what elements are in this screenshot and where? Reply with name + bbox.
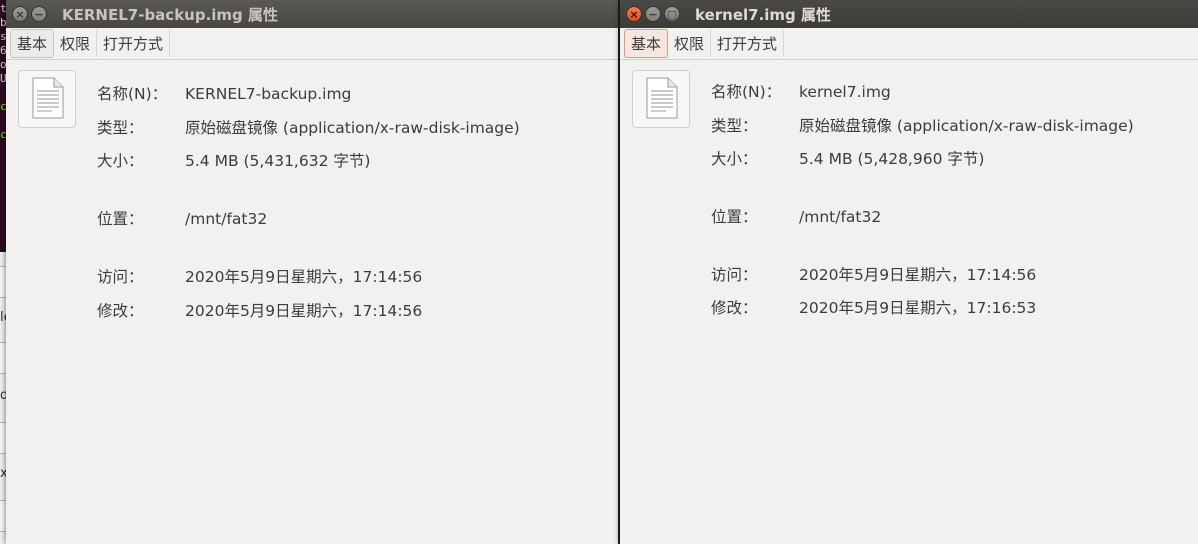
close-icon: × xyxy=(629,7,639,21)
type-row: 类型： 原始磁盘镜像 (application/x-raw-disk-image) xyxy=(711,114,1134,136)
location-value[interactable]: /mnt/fat32 xyxy=(185,210,267,228)
name-row: 名称(N)： KERNEL7-backup.img xyxy=(97,82,351,104)
tab-basic[interactable]: 基本 xyxy=(10,29,55,58)
location-row: 位置： /mnt/fat32 xyxy=(711,205,881,227)
properties-window-kernel7: × − □ kernel7.img 属性 基本 权限 打开方式 名称(N)： k… xyxy=(620,0,1198,544)
modified-value: 2020年5月9日星期六，17:16:53 xyxy=(799,299,1037,317)
modified-row: 修改： 2020年5月9日星期六，17:14:56 xyxy=(97,299,422,321)
text-file-icon xyxy=(18,70,76,128)
type-value: 原始磁盘镜像 (application/x-raw-disk-image) xyxy=(185,119,520,137)
tab-permissions[interactable]: 权限 xyxy=(54,30,98,57)
accessed-label: 访问： xyxy=(711,266,758,284)
titlebar[interactable]: × − KERNEL7-backup.img 属性 xyxy=(6,0,618,28)
close-button[interactable]: × xyxy=(626,6,642,22)
minimize-icon: − xyxy=(34,7,44,21)
name-label: 名称(N)： xyxy=(97,85,168,103)
accessed-label: 访问： xyxy=(97,268,144,286)
type-label: 类型： xyxy=(97,119,144,137)
size-label: 大小： xyxy=(97,152,144,170)
modified-label: 修改： xyxy=(711,299,758,317)
modified-row: 修改： 2020年5月9日星期六，17:16:53 xyxy=(711,296,1036,318)
tab-open-with[interactable]: 打开方式 xyxy=(97,30,171,57)
tab-bar: 基本 权限 打开方式 xyxy=(620,28,1198,60)
properties-window-backup: × − KERNEL7-backup.img 属性 基本 权限 打开方式 名称(… xyxy=(6,0,618,544)
accessed-value: 2020年5月9日星期六，17:14:56 xyxy=(799,266,1037,284)
size-label: 大小： xyxy=(711,150,758,168)
accessed-row: 访问： 2020年5月9日星期六，17:14:56 xyxy=(97,265,422,287)
type-value: 原始磁盘镜像 (application/x-raw-disk-image) xyxy=(799,117,1134,135)
minimize-button[interactable]: − xyxy=(645,6,661,22)
tab-basic[interactable]: 基本 xyxy=(624,29,669,58)
location-value[interactable]: /mnt/fat32 xyxy=(799,208,881,226)
name-row: 名称(N)： kernel7.img xyxy=(711,80,891,102)
close-icon: × xyxy=(15,7,25,21)
size-value: 5.4 MB (5,431,632 字节) xyxy=(185,152,371,170)
tab-open-with[interactable]: 打开方式 xyxy=(711,30,785,57)
text-file-icon xyxy=(632,70,690,128)
minimize-icon: − xyxy=(648,7,658,21)
tab-permissions[interactable]: 权限 xyxy=(668,30,712,57)
maximize-icon: □ xyxy=(666,7,678,21)
window-title: kernel7.img 属性 xyxy=(695,5,832,24)
name-label: 名称(N)： xyxy=(711,83,782,101)
minimize-button[interactable]: − xyxy=(31,6,47,22)
size-value: 5.4 MB (5,428,960 字节) xyxy=(799,150,985,168)
modified-label: 修改： xyxy=(97,302,144,320)
name-value[interactable]: kernel7.img xyxy=(799,83,891,101)
accessed-row: 访问： 2020年5月9日星期六，17:14:56 xyxy=(711,263,1036,285)
modified-value: 2020年5月9日星期六，17:14:56 xyxy=(185,302,423,320)
maximize-button[interactable]: □ xyxy=(664,6,680,22)
window-title: KERNEL7-backup.img 属性 xyxy=(62,5,279,24)
close-button[interactable]: × xyxy=(12,6,28,22)
type-row: 类型： 原始磁盘镜像 (application/x-raw-disk-image) xyxy=(97,116,520,138)
size-row: 大小： 5.4 MB (5,431,632 字节) xyxy=(97,149,370,171)
size-row: 大小： 5.4 MB (5,428,960 字节) xyxy=(711,147,984,169)
tab-bar: 基本 权限 打开方式 xyxy=(6,28,618,60)
location-label: 位置： xyxy=(711,208,758,226)
accessed-value: 2020年5月9日星期六，17:14:56 xyxy=(185,268,423,286)
location-row: 位置： /mnt/fat32 xyxy=(97,207,267,229)
titlebar[interactable]: × − □ kernel7.img 属性 xyxy=(620,0,1198,28)
location-label: 位置： xyxy=(97,210,144,228)
type-label: 类型： xyxy=(711,117,758,135)
name-value[interactable]: KERNEL7-backup.img xyxy=(185,85,351,103)
